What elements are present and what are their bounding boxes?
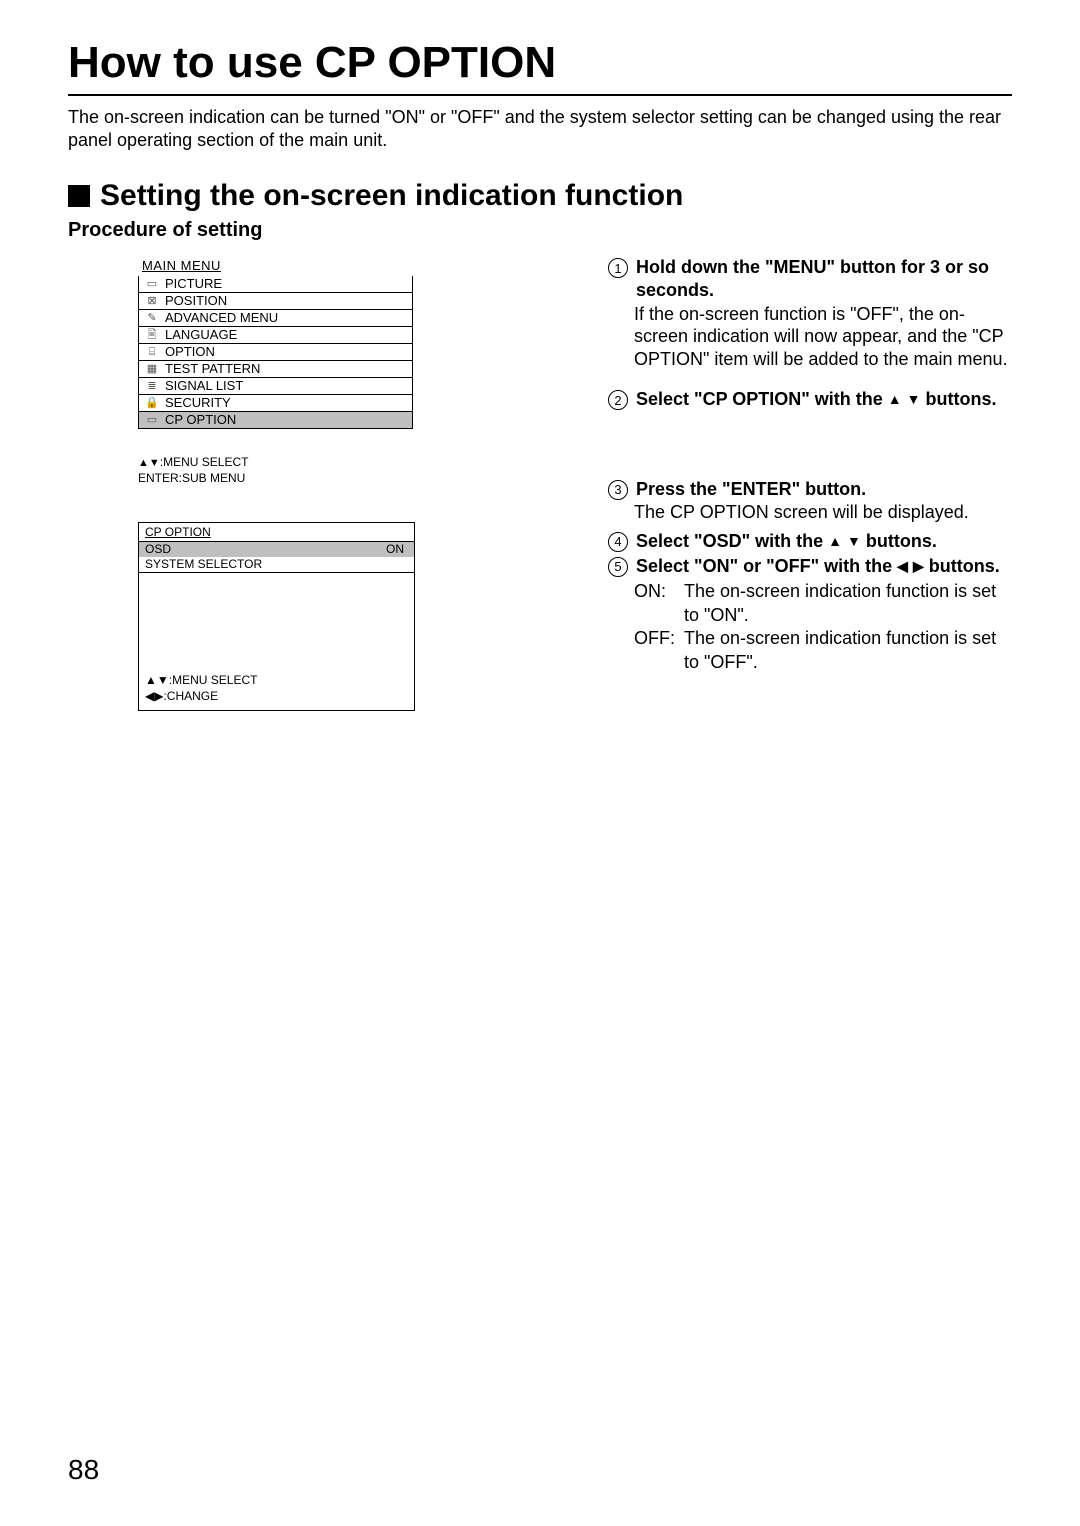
step-title: Hold down the "MENU" button for 3 or so … — [636, 256, 1012, 303]
step-3: 3 Press the "ENTER" button. The CP OPTIO… — [608, 478, 1012, 524]
list-icon: ≣ — [145, 378, 159, 394]
up-icon: ▲ — [828, 533, 842, 549]
menu-item-label: POSITION — [165, 293, 227, 309]
cp-option-title: CP OPTION — [139, 523, 414, 541]
step-2: 2 Select "CP OPTION" with the ▲ ▼ button… — [608, 388, 1012, 411]
step-body: The CP OPTION screen will be displayed. — [634, 501, 1012, 524]
menu-item-label: OPTION — [165, 344, 215, 360]
step-title: Select "ON" or "OFF" with the ◀ ▶ button… — [636, 555, 1012, 578]
step-number-icon: 1 — [608, 258, 628, 278]
page-title: How to use CP OPTION — [68, 38, 1012, 96]
cp-row-system-selector: SYSTEM SELECTOR — [139, 557, 414, 572]
step-body: If the on-screen function is "OFF", the … — [634, 303, 1012, 371]
step-title: Select "CP OPTION" with the ▲ ▼ buttons. — [636, 388, 1012, 411]
updown-icon: ▲▼ — [138, 457, 160, 469]
updown-icon: ▲▼ — [145, 673, 169, 687]
step-1: 1 Hold down the "MENU" button for 3 or s… — [608, 256, 1012, 370]
menu-item-signallist: ≣ SIGNAL LIST — [138, 378, 413, 395]
square-bullet-icon — [68, 185, 90, 207]
menu-item-language: 🖹 LANGUAGE — [138, 327, 413, 344]
doc-icon: 🖹 — [145, 327, 159, 343]
off-label: OFF: — [634, 627, 684, 674]
cp-row-label: SYSTEM SELECTOR — [145, 557, 262, 572]
off-text: The on-screen indication function is set… — [684, 627, 1012, 674]
cp-row-value: ON — [386, 542, 404, 557]
leftright-icon: ◀▶ — [145, 689, 163, 703]
menu-item-security: 🔒 SECURITY — [138, 395, 413, 412]
position-icon: ⊠ — [145, 293, 159, 309]
step-title: Press the "ENTER" button. — [636, 478, 1012, 501]
menu-item-label: SIGNAL LIST — [165, 378, 243, 394]
section-header: Setting the on-screen indication functio… — [68, 179, 1012, 213]
menu-item-label: LANGUAGE — [165, 327, 237, 343]
step-number-icon: 4 — [608, 532, 628, 552]
menu-item-advanced: ✎ ADVANCED MENU — [138, 310, 413, 327]
on-label: ON: — [634, 580, 684, 627]
right-icon: ▶ — [913, 558, 924, 574]
option-icon: ⌸ — [145, 344, 159, 360]
main-menu-box: MAIN MENU ▭ PICTURE ⊠ POSITION ✎ ADVANCE… — [138, 256, 413, 486]
on-off-explanation: ON: The on-screen indication function is… — [634, 580, 1012, 674]
left-icon: ◀ — [897, 558, 908, 574]
cp-row-osd: OSD ON — [139, 542, 414, 557]
grid-icon: ▦ — [145, 361, 159, 377]
menu-item-testpattern: ▦ TEST PATTERN — [138, 361, 413, 378]
step-title: Select "OSD" with the ▲ ▼ buttons. — [636, 530, 1012, 553]
menu-item-position: ⊠ POSITION — [138, 293, 413, 310]
menu-item-picture: ▭ PICTURE — [138, 276, 413, 293]
cp-option-hints: ▲▼:MENU SELECT ◀▶:CHANGE — [139, 669, 414, 704]
step-number-icon: 2 — [608, 390, 628, 410]
menu-item-label: SECURITY — [165, 395, 231, 411]
menu-item-cpoption: ▭ CP OPTION — [138, 412, 413, 429]
pen-icon: ✎ — [145, 310, 159, 326]
on-text: The on-screen indication function is set… — [684, 580, 1012, 627]
main-menu-hints: ▲▼:MENU SELECT ENTER:SUB MENU — [138, 455, 413, 486]
step-number-icon: 3 — [608, 480, 628, 500]
intro-text: The on-screen indication can be turned "… — [68, 106, 1012, 151]
menu-item-label: PICTURE — [165, 276, 222, 292]
cp-option-box: CP OPTION OSD ON SYSTEM SELECTOR ▲▼:MENU… — [138, 522, 415, 711]
procedure-label: Procedure of setting — [68, 219, 1012, 242]
step-number-icon: 5 — [608, 557, 628, 577]
up-icon: ▲ — [888, 391, 902, 407]
cp-row-label: OSD — [145, 542, 171, 557]
step-4: 4 Select "OSD" with the ▲ ▼ buttons. — [608, 530, 1012, 553]
picture-icon: ▭ — [145, 276, 159, 292]
down-icon: ▼ — [907, 391, 921, 407]
menu-item-label: ADVANCED MENU — [165, 310, 278, 326]
step-5: 5 Select "ON" or "OFF" with the ◀ ▶ butt… — [608, 555, 1012, 578]
menu-item-label: TEST PATTERN — [165, 361, 260, 377]
section-title: Setting the on-screen indication functio… — [100, 179, 683, 213]
down-icon: ▼ — [847, 533, 861, 549]
menu-item-label: CP OPTION — [165, 412, 236, 428]
menu-item-option: ⌸ OPTION — [138, 344, 413, 361]
lock-icon: 🔒 — [145, 395, 159, 411]
cpoption-icon: ▭ — [145, 412, 159, 428]
main-menu-title: MAIN MENU — [138, 256, 413, 276]
page-number: 88 — [68, 1454, 99, 1486]
